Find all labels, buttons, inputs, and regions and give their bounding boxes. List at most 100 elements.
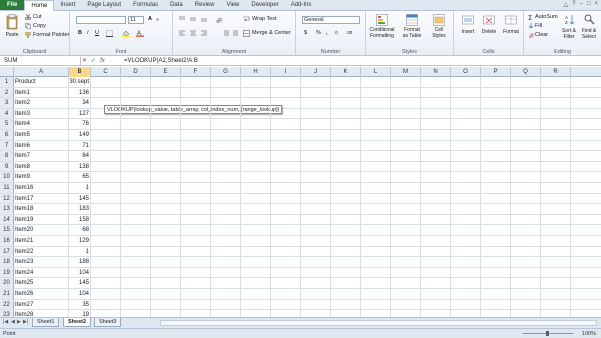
cell-a[interactable]: Item23 <box>14 257 69 267</box>
cell-b[interactable]: 104 <box>69 267 91 278</box>
sort-filter-icon[interactable]: AZ <box>565 14 576 25</box>
grow-font-button[interactable]: A <box>148 16 152 22</box>
cell-a[interactable]: Item7 <box>14 151 69 161</box>
row-header[interactable]: 13 <box>0 204 14 214</box>
cell-b[interactable]: 35 <box>69 299 91 310</box>
row-header[interactable]: 22 <box>0 299 14 310</box>
row-header[interactable]: 11 <box>0 183 14 193</box>
column-header-h[interactable]: H <box>241 67 271 77</box>
cell-b[interactable]: 136 <box>69 87 91 98</box>
cell-a[interactable]: Item8 <box>14 161 69 172</box>
decrease-decimal-button[interactable]: .00 <box>346 30 352 35</box>
insert-cells-icon[interactable] <box>462 14 474 26</box>
delete-button[interactable]: Delete <box>478 29 500 35</box>
column-header-f[interactable]: F <box>181 67 211 77</box>
italic-button[interactable]: I <box>87 30 89 36</box>
format-cells-icon[interactable] <box>505 14 517 26</box>
indent-icons[interactable] <box>221 30 239 37</box>
cell-a[interactable]: Item19 <box>14 214 69 225</box>
column-header-k[interactable]: K <box>331 67 361 77</box>
cell-a[interactable]: Item25 <box>14 278 69 288</box>
zoom-slider-thumb[interactable] <box>546 331 549 336</box>
cell-styles-button[interactable]: Cell Styles <box>428 27 450 39</box>
row-header[interactable]: 23 <box>0 310 14 317</box>
last-sheet-icon[interactable]: ▶| <box>23 319 28 325</box>
cell-styles-icon[interactable] <box>433 14 445 26</box>
cell-a[interactable]: Item22 <box>14 246 69 257</box>
increase-decimal-button[interactable]: .0 <box>334 30 338 35</box>
cell-a[interactable]: Item21 <box>14 236 69 246</box>
row-header[interactable]: 8 <box>0 151 14 161</box>
cell-a[interactable]: Item26 <box>14 289 69 299</box>
orientation-icon[interactable]: ab <box>215 15 223 23</box>
horizontal-scrollbar[interactable] <box>160 320 597 326</box>
row-header[interactable]: 17 <box>0 246 14 257</box>
tab-file[interactable]: File <box>0 0 25 10</box>
cell-b[interactable]: 65 <box>69 172 91 182</box>
cell-b[interactable]: 129 <box>69 236 91 246</box>
tab-formulas[interactable]: Formulas <box>127 0 164 10</box>
merge-center-button[interactable]: Merge & Center <box>252 30 291 36</box>
column-header-e[interactable]: E <box>151 67 181 77</box>
next-sheet-icon[interactable]: ▶ <box>17 319 21 325</box>
currency-button[interactable]: $ <box>304 30 307 36</box>
vertical-align-icons[interactable] <box>178 16 212 22</box>
autosum-button[interactable]: AutoSum <box>535 14 558 20</box>
column-header-i[interactable]: I <box>271 67 301 77</box>
cell-b[interactable]: 183 <box>69 204 91 214</box>
row-header[interactable]: 4 <box>0 108 14 119</box>
fx-icon[interactable]: fx <box>100 58 105 64</box>
cell-a[interactable]: Product <box>14 77 69 87</box>
close-icon[interactable]: × <box>594 1 598 8</box>
tab-developer[interactable]: Developer <box>245 0 284 10</box>
cut-button[interactable]: Cut <box>33 14 42 20</box>
fill-color-icon[interactable] <box>122 30 130 37</box>
column-header-m[interactable]: M <box>391 67 421 77</box>
row-header[interactable]: 19 <box>0 267 14 278</box>
cell-b[interactable]: 145 <box>69 193 91 204</box>
fill-button[interactable]: Fill <box>535 23 542 29</box>
sort-filter-button[interactable]: Sort & Filter <box>559 28 579 40</box>
bold-button[interactable]: B <box>78 30 82 36</box>
font-color-icon[interactable]: A <box>136 29 144 37</box>
cell-a[interactable]: Item24 <box>14 267 69 278</box>
conditional-formatting-button[interactable]: Conditional Formatting <box>367 27 397 39</box>
cut-icon[interactable] <box>25 14 31 20</box>
row-header[interactable]: 15 <box>0 225 14 235</box>
cell-b[interactable]: 188 <box>69 257 91 267</box>
row-header[interactable]: 2 <box>0 87 14 98</box>
spreadsheet-grid[interactable]: ABCDEFGHIJKLMNOPQR 1 Product 30.sept 2 Item1… <box>0 67 601 317</box>
column-header-p[interactable]: P <box>481 67 511 77</box>
cell-b[interactable]: 34 <box>69 98 91 108</box>
tab-page-layout[interactable]: Page Layout <box>81 0 127 10</box>
column-header-a[interactable]: A <box>14 67 69 77</box>
cell-a[interactable]: Item20 <box>14 225 69 235</box>
tab-insert[interactable]: Insert <box>54 0 81 10</box>
tab-data[interactable]: Data <box>164 0 189 10</box>
format-as-table-icon[interactable] <box>406 14 418 26</box>
format-painter-icon[interactable] <box>25 32 31 38</box>
find-select-button[interactable]: Find & Select <box>579 28 599 40</box>
wrap-text-button[interactable]: Wrap Text <box>252 16 277 22</box>
zoom-level[interactable]: 100% <box>582 329 596 338</box>
restore-icon[interactable]: □ <box>587 1 591 8</box>
cell-a[interactable]: Item16 <box>14 183 69 193</box>
column-header-o[interactable]: O <box>451 67 481 77</box>
delete-cells-icon[interactable] <box>483 14 495 26</box>
insert-button[interactable]: Insert <box>457 29 479 35</box>
cell-a[interactable]: Item6 <box>14 140 69 151</box>
copy-button[interactable]: Copy <box>33 23 46 29</box>
find-select-icon[interactable] <box>584 14 595 25</box>
row-header[interactable]: 7 <box>0 140 14 151</box>
column-header-l[interactable]: L <box>361 67 391 77</box>
row-header[interactable]: 6 <box>0 130 14 140</box>
cell-a[interactable]: Item3 <box>14 108 69 119</box>
cell-b[interactable]: 30.sept <box>69 77 91 87</box>
column-header-q[interactable]: Q <box>511 67 541 77</box>
tab-view[interactable]: View <box>220 0 245 10</box>
column-header-b[interactable]: B <box>69 67 91 77</box>
sheet-tab-sheet1[interactable]: Sheet1 <box>32 318 60 327</box>
formula-input[interactable]: =VLOOKUP(A2,Sheet2!A:B <box>124 57 601 66</box>
paste-button[interactable]: Paste <box>3 32 21 38</box>
column-header-j[interactable]: J <box>301 67 331 77</box>
